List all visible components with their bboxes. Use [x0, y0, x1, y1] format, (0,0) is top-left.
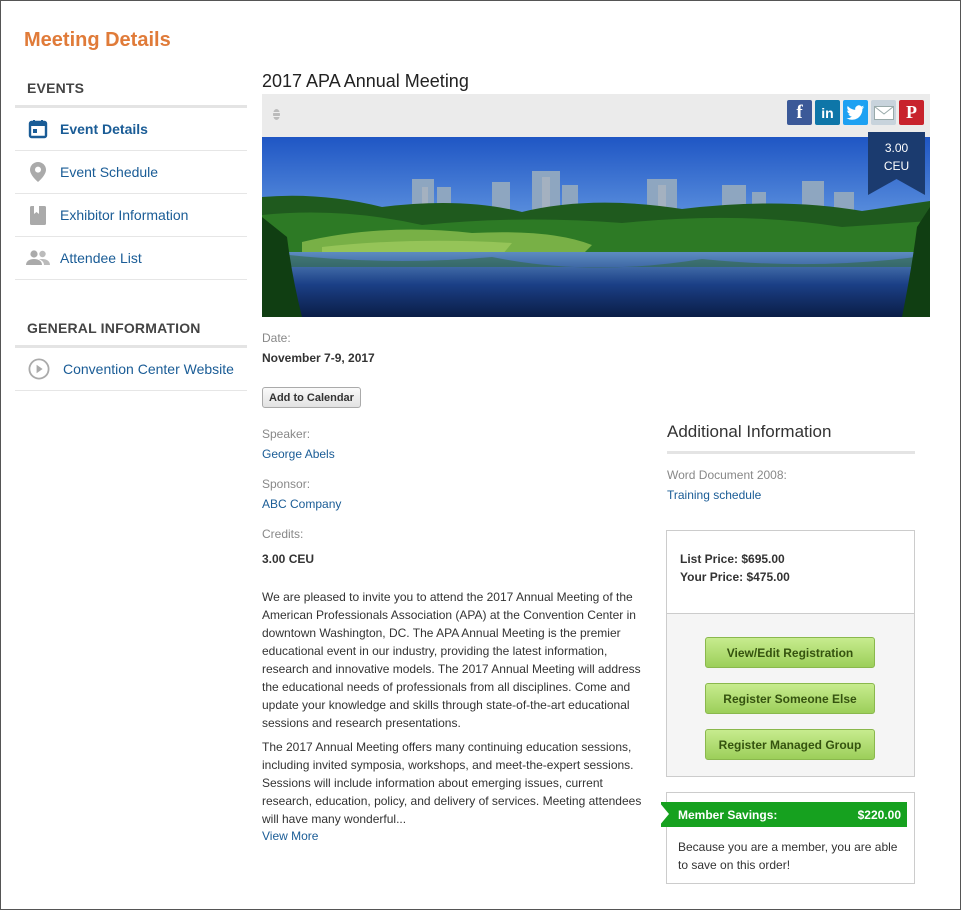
page-title: Meeting Details [24, 29, 171, 51]
bookmark-icon [26, 203, 50, 227]
general-information-heading: GENERAL INFORMATION [15, 310, 247, 348]
description-paragraph-1: We are pleased to invite you to attend t… [262, 590, 641, 730]
pinterest-icon[interactable]: P [899, 100, 924, 125]
facebook-icon[interactable]: f [787, 100, 812, 125]
event-title: 2017 APA Annual Meeting [262, 71, 469, 91]
sidebar-item-event-schedule[interactable]: Event Schedule [15, 151, 247, 194]
member-savings-label: Member Savings: [678, 807, 778, 822]
drag-handle-icon [272, 108, 281, 126]
event-banner-image [262, 137, 930, 317]
sidebar-item-exhibitor-information[interactable]: Exhibitor Information [15, 194, 247, 237]
sidebar-item-label: Event Schedule [60, 164, 159, 180]
divider [667, 451, 915, 454]
training-schedule-link[interactable]: Training schedule [667, 488, 761, 502]
events-heading: EVENTS [15, 70, 247, 108]
sponsor-label: Sponsor: [262, 477, 311, 491]
view-edit-registration-button[interactable]: View/Edit Registration [705, 637, 875, 668]
event-main: 2017 APA Annual Meeting f in P 3.00 CEU [262, 70, 930, 317]
credits-label: Credits: [262, 527, 304, 541]
people-icon [26, 246, 50, 270]
list-price: List Price: $695.00 [680, 552, 785, 566]
member-savings-amount: $220.00 [857, 807, 901, 822]
view-more-link[interactable]: View More [262, 829, 318, 843]
location-pin-icon [26, 160, 50, 184]
credits-value: 3.00 CEU [262, 552, 315, 566]
banner-notch [659, 802, 669, 826]
sponsor-link[interactable]: ABC Company [262, 497, 341, 511]
date-value: November 7-9, 2017 [262, 351, 375, 365]
sidebar-item-label: Convention Center Website [63, 361, 234, 377]
speaker-link[interactable]: George Abels [262, 447, 335, 461]
additional-information-title: Additional Information [667, 422, 832, 441]
email-icon[interactable] [871, 100, 896, 125]
add-to-calendar-button[interactable]: Add to Calendar [262, 387, 361, 408]
ribbon-unit: CEU [883, 159, 910, 173]
member-savings-banner: Member Savings: $220.00 [661, 802, 907, 827]
sidebar-item-label: Exhibitor Information [60, 207, 189, 223]
ribbon-value: 3.00 [884, 141, 909, 155]
member-savings-box: Member Savings: $220.00 Because you are … [659, 792, 915, 884]
price-box: List Price: $695.00 Your Price: $475.00 … [666, 530, 915, 777]
document-label: Word Document 2008: [667, 468, 787, 482]
ceu-ribbon: 3.00 CEU [868, 132, 925, 195]
member-savings-text: Because you are a member, you are able t… [678, 840, 898, 872]
sidebar-item-convention-center-website[interactable]: Convention Center Website [15, 348, 247, 391]
sidebar-item-event-details[interactable]: Event Details [15, 108, 247, 151]
register-managed-group-button[interactable]: Register Managed Group [705, 729, 875, 760]
register-someone-else-button[interactable]: Register Someone Else [705, 683, 875, 714]
sidebar: EVENTS Event Details Event Schedule Exhi… [15, 70, 247, 391]
share-bar: f in P [262, 94, 930, 137]
calendar-icon [26, 117, 50, 141]
speaker-label: Speaker: [262, 427, 311, 441]
linkedin-icon[interactable]: in [815, 100, 840, 125]
date-label: Date: [262, 331, 291, 345]
description-paragraph-2: The 2017 Annual Meeting offers many cont… [262, 740, 642, 826]
sidebar-item-label: Attendee List [60, 250, 142, 266]
sidebar-item-label: Event Details [60, 121, 148, 137]
sidebar-item-attendee-list[interactable]: Attendee List [15, 237, 247, 280]
twitter-icon[interactable] [843, 100, 868, 125]
your-price: Your Price: $475.00 [680, 570, 790, 584]
play-circle-icon [27, 357, 51, 381]
